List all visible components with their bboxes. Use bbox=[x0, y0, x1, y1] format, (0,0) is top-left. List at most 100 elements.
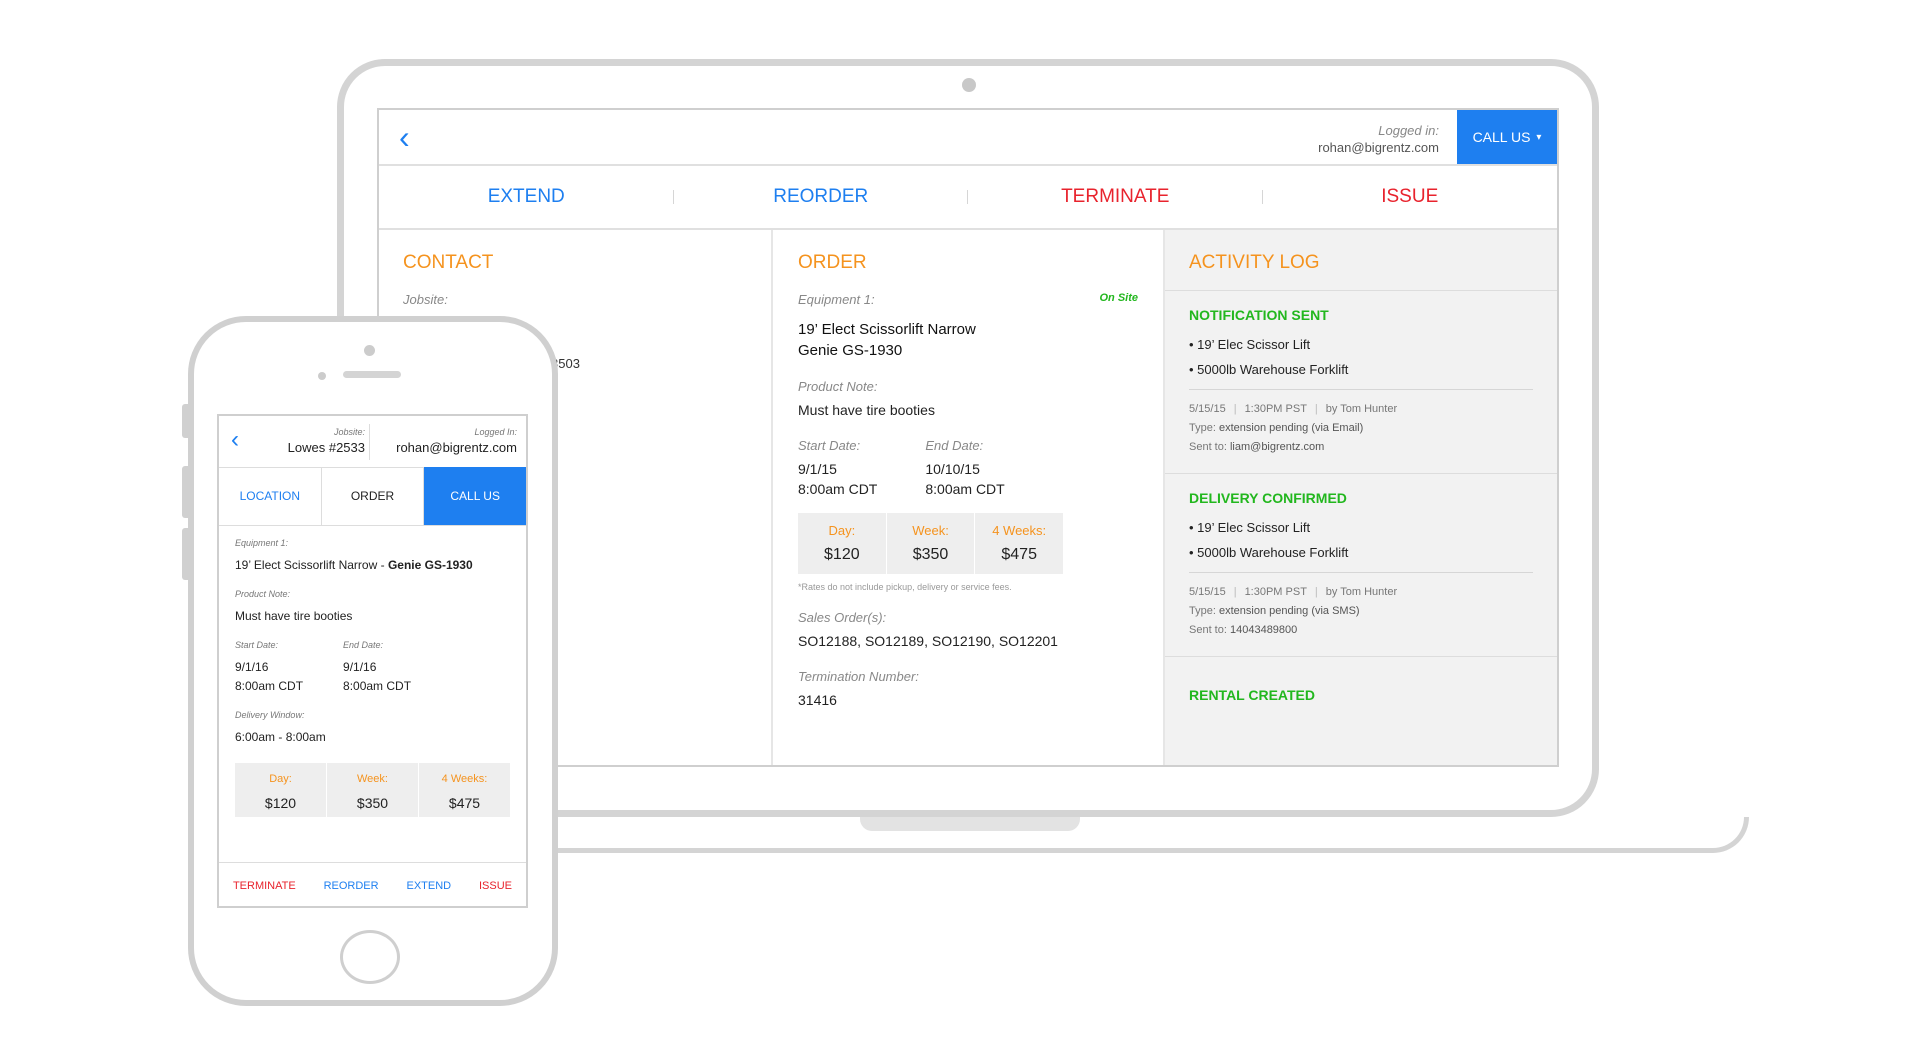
phone-dates: Start Date: 9/1/16 8:00am CDT End Date: … bbox=[235, 640, 510, 696]
activity-sent-to: 14043489800 bbox=[1229, 624, 1298, 636]
delivery-window-label: Delivery Window: bbox=[235, 710, 305, 720]
caret-down-icon: ▾ bbox=[1536, 131, 1542, 143]
start-date-label: Start Date: bbox=[235, 640, 279, 650]
start-time: 8:00am CDT bbox=[798, 481, 878, 497]
issue-button[interactable]: ISSUE bbox=[479, 880, 512, 892]
activity-heading: DELIVERY CONFIRMED bbox=[1189, 490, 1347, 506]
phone-speaker bbox=[343, 371, 401, 378]
equipment-line: 19’ Elect Scissorlift Narrow - Genie GS-… bbox=[235, 556, 510, 575]
reorder-button[interactable]: REORDER bbox=[324, 880, 379, 892]
phone-rates-table: Day: $120 Week: $350 4 Weeks: $475 bbox=[235, 763, 510, 817]
equipment-name: 19’ Elect Scissorlift Narrow bbox=[798, 321, 976, 338]
rate-value: $350 bbox=[356, 795, 389, 811]
header-divider bbox=[369, 424, 370, 460]
phone-sensor bbox=[364, 345, 375, 356]
jobsite-label: Jobsite: bbox=[403, 292, 448, 307]
tab-location[interactable]: LOCATION bbox=[219, 467, 321, 525]
activity-meta: 5/15/15 | 1:30PM PST | by Tom Hunter Type: e… bbox=[1189, 389, 1533, 457]
activity-date: 5/15/15 bbox=[1189, 586, 1226, 598]
start-time: 8:00am CDT bbox=[235, 679, 304, 693]
activity-sent-to: liam@bigrentz.com bbox=[1229, 441, 1325, 453]
equipment-model: Genie GS-1930 bbox=[387, 558, 473, 572]
app-header: ‹ Logged in: rohan@bigrentz.com CALL US … bbox=[379, 110, 1557, 166]
laptop-camera bbox=[962, 78, 976, 92]
start-date-label: Start Date: bbox=[798, 438, 861, 453]
phone-order-details: Equipment 1: 19’ Elect Scissorlift Narro… bbox=[219, 526, 526, 817]
equipment-label: Equipment 1: bbox=[235, 538, 289, 548]
tab-order[interactable]: ORDER bbox=[320, 467, 424, 525]
phone-action-footer: TERMINATE REORDER EXTEND ISSUE bbox=[219, 862, 526, 906]
issue-button[interactable]: ISSUE bbox=[1263, 166, 1558, 228]
product-note-label: Product Note: bbox=[798, 379, 878, 394]
back-chevron-icon[interactable]: ‹ bbox=[231, 428, 239, 452]
activity-time: 1:30PM PST bbox=[1244, 403, 1307, 415]
activity-author: by Tom Hunter bbox=[1325, 403, 1398, 415]
activity-author: by Tom Hunter bbox=[1325, 586, 1398, 598]
rate-label: Day: bbox=[269, 773, 292, 785]
laptop-notch bbox=[860, 817, 1080, 831]
sales-orders-label: Sales Order(s): bbox=[798, 610, 887, 625]
rate-label: 4 Weeks: bbox=[441, 773, 488, 785]
activity-entry: RENTAL CREATED bbox=[1165, 657, 1557, 733]
rate-label: 4 Weeks: bbox=[992, 523, 1047, 538]
jobsite-value: Lowes #2533 bbox=[287, 440, 365, 455]
rate-week: Week: $350 bbox=[326, 763, 418, 817]
rate-value: $475 bbox=[448, 795, 481, 811]
product-note-label: Product Note: bbox=[235, 589, 291, 599]
product-note: Must have tire booties bbox=[798, 402, 935, 418]
rate-label: Day: bbox=[828, 523, 856, 538]
back-chevron-icon[interactable]: ‹ bbox=[399, 121, 431, 153]
activity-entry: DELIVERY CONFIRMED • 19’ Elec Scissor Li… bbox=[1165, 474, 1557, 657]
activity-item: • 5000lb Warehouse Forklift bbox=[1189, 362, 1349, 377]
activity-item: • 19’ Elec Scissor Lift bbox=[1189, 337, 1311, 352]
phone-home-button[interactable] bbox=[340, 930, 400, 984]
logged-in-label: Logged in: bbox=[1378, 123, 1439, 138]
termination-label: Termination Number: bbox=[798, 669, 919, 684]
reorder-button[interactable]: REORDER bbox=[674, 166, 969, 228]
start-date: 9/1/15 bbox=[798, 461, 837, 477]
equipment-name: 19’ Elect Scissorlift Narrow - bbox=[235, 558, 388, 572]
termination-number: 31416 bbox=[798, 692, 837, 708]
logged-in-info: Logged in: rohan@bigrentz.com bbox=[1318, 122, 1439, 156]
rate-value: $120 bbox=[824, 546, 860, 563]
end-date: 10/10/15 bbox=[925, 461, 980, 477]
contact-title: CONTACT bbox=[403, 252, 494, 273]
activity-item: • 19’ Elec Scissor Lift bbox=[1189, 520, 1311, 535]
terminate-button[interactable]: TERMINATE bbox=[233, 880, 296, 892]
phone-header: ‹ Jobsite: Lowes #2533 Logged In: rohan@… bbox=[219, 416, 526, 468]
activity-entry: NOTIFICATION SENT • 19’ Elec Scissor Lif… bbox=[1165, 291, 1557, 474]
end-date-label: End Date: bbox=[343, 640, 384, 650]
sales-orders: SO12188, SO12189, SO12190, SO12201 bbox=[798, 633, 1058, 649]
activity-heading: RENTAL CREATED bbox=[1189, 687, 1315, 703]
logged-in-label: Logged In: bbox=[474, 427, 517, 437]
order-dates: Start Date: 9/1/15 8:00am CDT End Date: … bbox=[798, 438, 1138, 499]
terminate-button[interactable]: TERMINATE bbox=[968, 166, 1263, 228]
jobsite-label: Jobsite: bbox=[333, 427, 365, 437]
extend-button[interactable]: EXTEND bbox=[379, 166, 674, 228]
call-us-button[interactable]: CALL US ▾ bbox=[1457, 110, 1557, 164]
logged-in-user: rohan@bigrentz.com bbox=[396, 440, 517, 455]
activity-sent-label: Sent to: bbox=[1189, 624, 1227, 636]
delivery-window: 6:00am - 8:00am bbox=[235, 730, 326, 744]
rate-value: $475 bbox=[1001, 546, 1037, 563]
activity-log-panel: ACTIVITY LOG NOTIFICATION SENT • 19’ Ele… bbox=[1165, 230, 1557, 765]
rate-day: Day: $120 bbox=[235, 763, 326, 817]
activity-type: extension pending (via Email) bbox=[1218, 422, 1364, 434]
rate-week: Week: $350 bbox=[885, 513, 975, 574]
order-title: ORDER bbox=[798, 252, 867, 273]
product-note: Must have tire booties bbox=[235, 609, 353, 623]
end-time: 8:00am CDT bbox=[925, 481, 1005, 497]
status-badge: On Site bbox=[1099, 292, 1138, 304]
logged-in-user: rohan@bigrentz.com bbox=[1318, 140, 1439, 155]
rate-value: $120 bbox=[264, 795, 297, 811]
activity-type-label: Type: bbox=[1189, 605, 1216, 617]
end-time: 8:00am CDT bbox=[343, 679, 412, 693]
rates-table: Day: $120 Week: $350 4 Weeks: $475 bbox=[798, 513, 1063, 574]
activity-log-title: ACTIVITY LOG bbox=[1165, 230, 1557, 291]
tab-call-us[interactable]: CALL US bbox=[423, 467, 526, 525]
equipment-label: Equipment 1: bbox=[798, 292, 875, 307]
extend-button[interactable]: EXTEND bbox=[406, 880, 451, 892]
rate-value: $350 bbox=[912, 546, 949, 563]
rate-day: Day: $120 bbox=[798, 513, 886, 574]
rate-label: Week: bbox=[912, 523, 949, 538]
